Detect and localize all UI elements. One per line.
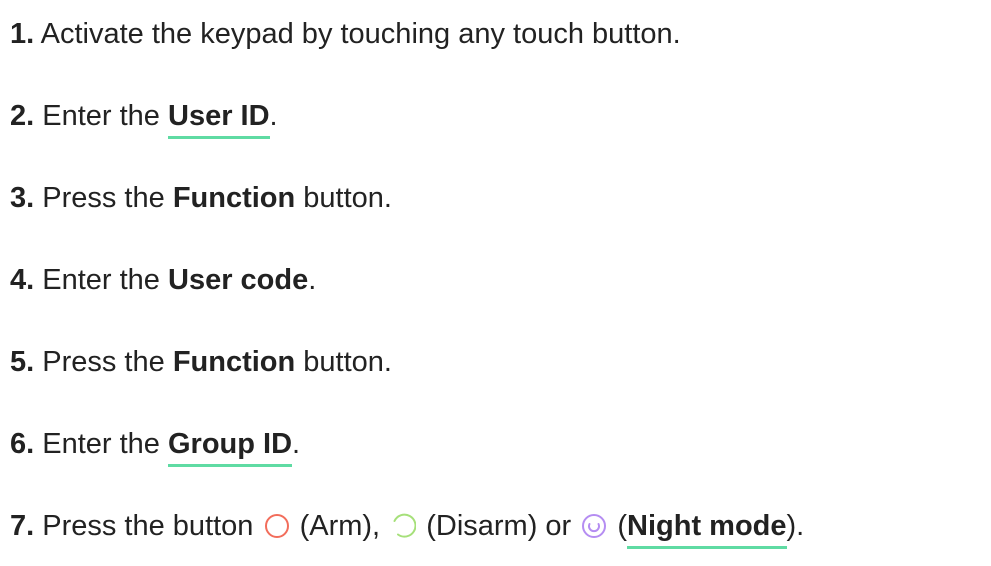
function-label: Function [172,182,296,214]
arm-icon [264,513,290,539]
step-text-before: Enter the [42,428,168,460]
step-text-after: . [292,428,301,460]
arm-label: (Arm), [299,510,381,542]
step-number: 1. [10,18,35,50]
user-code-label: User code [168,264,309,296]
step-text-after: . [308,264,317,296]
step-number: 3. [10,182,35,214]
step-3: 3. Press the Function button. [10,174,392,222]
step-text-before: Enter the [42,100,168,132]
step-7: 7. Press the button (Arm), (Disarm) or (… [10,502,804,550]
step-5: 5. Press the Function button. [10,338,392,386]
disarm-label: (Disarm) or [426,510,572,542]
step-4: 4. Enter the User code. [10,256,316,304]
user-id-link[interactable]: User ID [168,100,270,139]
step-2: 2. Enter the User ID. [10,92,278,140]
step-number: 7. [10,510,35,542]
group-id-link[interactable]: Group ID [168,428,293,467]
step-number: 2. [10,100,35,132]
step-text-after: button. [295,182,392,214]
function-label: Function [172,346,296,378]
step-text: Activate the keypad by touching any touc… [40,18,681,50]
step-1: 1. Activate the keypad by touching any t… [10,10,681,58]
step-6: 6. Enter the Group ID. [10,420,300,468]
step-text-after: button. [295,346,392,378]
disarm-icon [390,513,417,539]
open-paren: ( [617,510,628,542]
step-text-after: ). [786,510,805,542]
step-text-before: Press the [42,182,173,214]
step-text-before: Press the button [42,510,262,542]
step-number: 4. [10,264,35,296]
step-number: 6. [10,428,35,460]
step-number: 5. [10,346,35,378]
step-text-before: Enter the [42,264,168,296]
step-text-before: Press the [42,346,173,378]
step-text-after: . [269,100,278,132]
night-mode-link[interactable]: Night mode [627,510,787,549]
night-mode-icon [581,513,607,539]
